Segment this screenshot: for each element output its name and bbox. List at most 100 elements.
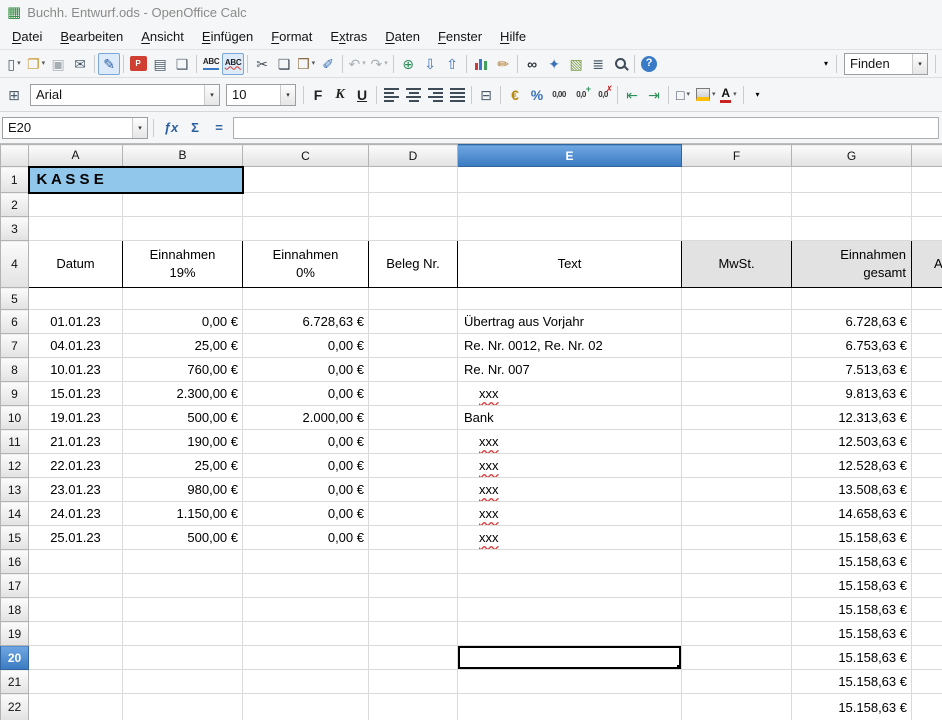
row-header-10[interactable]: 10 bbox=[1, 406, 29, 430]
underline-button[interactable]: U bbox=[351, 84, 373, 106]
redo-icon[interactable]: ↷▾ bbox=[368, 53, 390, 75]
cell-E17[interactable] bbox=[458, 574, 682, 598]
row-header-19[interactable]: 19 bbox=[1, 622, 29, 646]
cell-H22[interactable] bbox=[912, 694, 942, 720]
cell-A16[interactable] bbox=[29, 550, 123, 574]
cell-G5[interactable] bbox=[792, 288, 912, 310]
row-header-2[interactable]: 2 bbox=[1, 193, 29, 217]
column-header-C[interactable]: C bbox=[243, 145, 369, 167]
menu-hilfe[interactable]: Hilfe bbox=[491, 26, 535, 47]
cell-F7[interactable] bbox=[682, 334, 792, 358]
borders-button-dropdown[interactable]: ▾ bbox=[686, 91, 690, 98]
navigator-icon[interactable]: ✦ bbox=[543, 53, 565, 75]
cell-A20[interactable] bbox=[29, 646, 123, 670]
menu-einfgen[interactable]: Einfügen bbox=[193, 26, 262, 47]
cell-G4[interactable]: Einnahmengesamt bbox=[792, 241, 912, 288]
row-header-13[interactable]: 13 bbox=[1, 478, 29, 502]
font-size-combobox[interactable]: 10 ▾ bbox=[226, 84, 296, 106]
cell-E4[interactable]: Text bbox=[458, 241, 682, 288]
cell-H1[interactable] bbox=[912, 167, 942, 193]
formula-input[interactable] bbox=[233, 117, 939, 139]
cell-E9[interactable]: xxx bbox=[458, 382, 682, 406]
cell-B11[interactable]: 190,00 € bbox=[123, 430, 243, 454]
menu-bearbeiten[interactable]: Bearbeiten bbox=[51, 26, 132, 47]
cell-D16[interactable] bbox=[369, 550, 458, 574]
align-justify-button[interactable] bbox=[446, 84, 468, 106]
cell-H21[interactable] bbox=[912, 670, 942, 694]
open-document-icon[interactable]: ❐▾ bbox=[25, 53, 47, 75]
cell-B4[interactable]: Einnahmen19% bbox=[123, 241, 243, 288]
cell-D15[interactable] bbox=[369, 526, 458, 550]
cell-E21[interactable] bbox=[458, 670, 682, 694]
cell-A7[interactable]: 04.01.23 bbox=[29, 334, 123, 358]
new-document-icon-dropdown[interactable]: ▾ bbox=[17, 60, 21, 67]
cell-H14[interactable] bbox=[912, 502, 942, 526]
find-replace-icon[interactable]: ∞ bbox=[521, 53, 543, 75]
cell-C19[interactable] bbox=[243, 622, 369, 646]
background-color-button-dropdown[interactable]: ▾ bbox=[712, 91, 716, 98]
cell-C1[interactable] bbox=[243, 167, 369, 193]
cell-A4[interactable]: Datum bbox=[29, 241, 123, 288]
cell-A11[interactable]: 21.01.23 bbox=[29, 430, 123, 454]
cell-A21[interactable] bbox=[29, 670, 123, 694]
cell-D7[interactable] bbox=[369, 334, 458, 358]
cell-D14[interactable] bbox=[369, 502, 458, 526]
print-icon[interactable]: ▤ bbox=[149, 53, 171, 75]
cell-F15[interactable] bbox=[682, 526, 792, 550]
cell-B6[interactable]: 0,00 € bbox=[123, 310, 243, 334]
row-header-20[interactable]: 20 bbox=[1, 646, 29, 670]
sort-descending-icon[interactable]: ⇧ bbox=[441, 53, 463, 75]
cell-A1[interactable]: K A S S E bbox=[29, 167, 243, 193]
cell-G19[interactable]: 15.158,63 € bbox=[792, 622, 912, 646]
new-document-icon[interactable]: ▯▾ bbox=[3, 53, 25, 75]
cell-B13[interactable]: 980,00 € bbox=[123, 478, 243, 502]
row-header-7[interactable]: 7 bbox=[1, 334, 29, 358]
cell-A18[interactable] bbox=[29, 598, 123, 622]
cell-D12[interactable] bbox=[369, 454, 458, 478]
cell-D10[interactable] bbox=[369, 406, 458, 430]
column-header-H[interactable] bbox=[912, 145, 942, 167]
row-header-15[interactable]: 15 bbox=[1, 526, 29, 550]
zoom-icon[interactable] bbox=[609, 53, 631, 75]
save-icon[interactable]: ▣ bbox=[47, 53, 69, 75]
cell-G17[interactable]: 15.158,63 € bbox=[792, 574, 912, 598]
cell-C7[interactable]: 0,00 € bbox=[243, 334, 369, 358]
cell-C16[interactable] bbox=[243, 550, 369, 574]
redo-icon-dropdown[interactable]: ▾ bbox=[384, 60, 388, 67]
cell-A6[interactable]: 01.01.23 bbox=[29, 310, 123, 334]
spellcheck-icon[interactable]: ABC bbox=[200, 53, 222, 75]
cell-E22[interactable] bbox=[458, 694, 682, 720]
cell-G13[interactable]: 13.508,63 € bbox=[792, 478, 912, 502]
data-sources-icon[interactable]: ≣ bbox=[587, 53, 609, 75]
menu-ansicht[interactable]: Ansicht bbox=[132, 26, 193, 47]
align-right-button[interactable] bbox=[424, 84, 446, 106]
cell-D18[interactable] bbox=[369, 598, 458, 622]
equals-button[interactable]: = bbox=[207, 117, 231, 139]
cell-B22[interactable] bbox=[123, 694, 243, 720]
add-decimal-button[interactable]: 0,0+ bbox=[570, 84, 592, 106]
cell-H8[interactable] bbox=[912, 358, 942, 382]
cell-A19[interactable] bbox=[29, 622, 123, 646]
cell-C17[interactable] bbox=[243, 574, 369, 598]
cell-G11[interactable]: 12.503,63 € bbox=[792, 430, 912, 454]
cell-E3[interactable] bbox=[458, 217, 682, 241]
row-header-18[interactable]: 18 bbox=[1, 598, 29, 622]
row-header-16[interactable]: 16 bbox=[1, 550, 29, 574]
cell-B16[interactable] bbox=[123, 550, 243, 574]
pdf-export-icon[interactable]: P bbox=[127, 53, 149, 75]
sort-ascending-icon[interactable]: ⇩ bbox=[419, 53, 441, 75]
cell-D5[interactable] bbox=[369, 288, 458, 310]
column-header-B[interactable]: B bbox=[123, 145, 243, 167]
row-header-17[interactable]: 17 bbox=[1, 574, 29, 598]
cell-B21[interactable] bbox=[123, 670, 243, 694]
cell-G14[interactable]: 14.658,63 € bbox=[792, 502, 912, 526]
cell-D9[interactable] bbox=[369, 382, 458, 406]
cell-G6[interactable]: 6.728,63 € bbox=[792, 310, 912, 334]
find-combobox[interactable]: Finden ▾ bbox=[844, 53, 928, 75]
cell-H17[interactable] bbox=[912, 574, 942, 598]
row-header-1[interactable]: 1 bbox=[1, 167, 29, 193]
cell-C5[interactable] bbox=[243, 288, 369, 310]
cell-E6[interactable]: Übertrag aus Vorjahr bbox=[458, 310, 682, 334]
cell-A8[interactable]: 10.01.23 bbox=[29, 358, 123, 382]
align-center-button[interactable] bbox=[402, 84, 424, 106]
